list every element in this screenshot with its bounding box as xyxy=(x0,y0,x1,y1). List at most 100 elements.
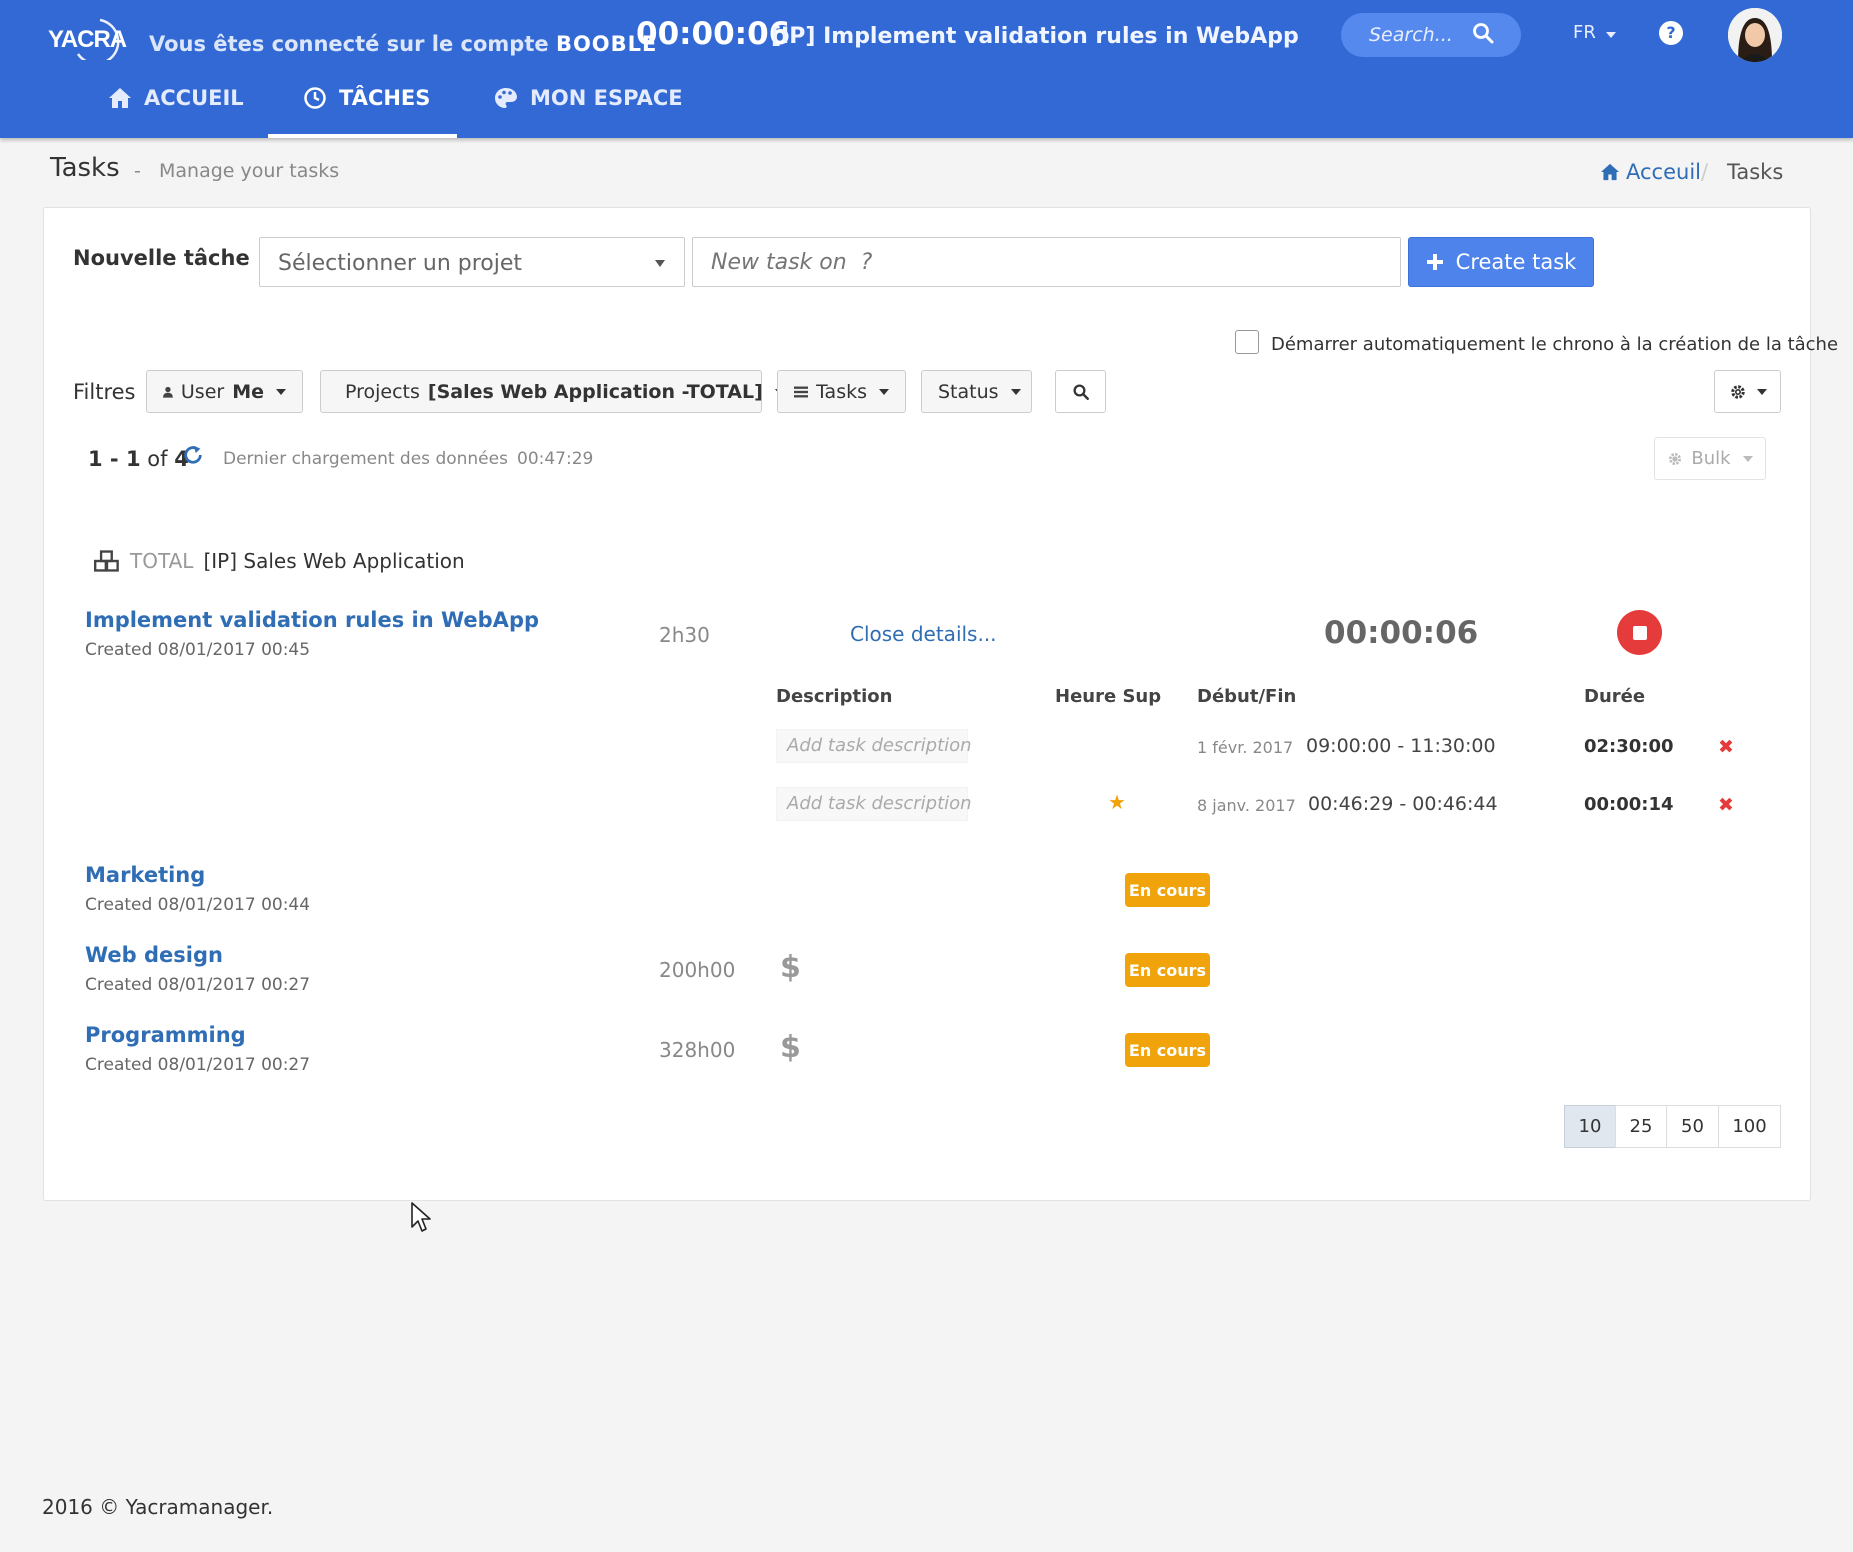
create-task-label: Create task xyxy=(1455,250,1577,274)
cubes-icon xyxy=(94,550,119,572)
mouse-cursor-icon xyxy=(410,1201,432,1237)
dollar-icon: $ xyxy=(780,950,801,985)
page-size-10[interactable]: 10 xyxy=(1564,1105,1616,1148)
status-badge: En cours xyxy=(1125,953,1210,987)
task-estimate: 200h00 xyxy=(659,958,736,982)
close-details-link[interactable]: Close details... xyxy=(850,622,997,646)
col-description: Description xyxy=(776,686,893,707)
title-separator: - xyxy=(134,160,141,182)
chevron-down-icon xyxy=(1010,388,1021,395)
chevron-down-icon xyxy=(1742,455,1753,462)
search-box[interactable]: Search... xyxy=(1341,13,1521,57)
filter-projects-button[interactable]: Projects [Sales Web Application -TOTAL] xyxy=(320,370,785,413)
filter-tasks-label: Tasks xyxy=(816,380,867,403)
tab-taches-label: TÂCHES xyxy=(339,86,431,110)
bulk-label: Bulk xyxy=(1691,448,1731,469)
page-size-25[interactable]: 25 xyxy=(1615,1105,1667,1148)
filter-status-label: Status xyxy=(938,380,999,403)
entry-duration: 00:00:14 xyxy=(1584,794,1674,815)
page-subtitle: - Manage your tasks xyxy=(134,160,339,182)
tab-taches[interactable]: TÂCHES xyxy=(303,86,430,110)
filter-projects-label: Projects xyxy=(345,380,420,403)
project-select[interactable]: Sélectionner un projet xyxy=(259,237,685,287)
search-icon[interactable] xyxy=(1471,21,1495,49)
search-icon xyxy=(1073,384,1089,400)
list-icon xyxy=(794,386,809,397)
new-task-input[interactable] xyxy=(692,237,1401,287)
status-badge: En cours xyxy=(1125,1033,1210,1067)
filter-search-button[interactable] xyxy=(1055,370,1106,413)
create-task-button[interactable]: Create task xyxy=(1408,237,1594,287)
tab-accueil-label: ACCUEIL xyxy=(144,86,244,110)
bulk-button[interactable]: Bulk xyxy=(1654,437,1766,480)
stop-timer-button[interactable] xyxy=(1617,610,1662,655)
dollar-icon: $ xyxy=(780,1030,801,1065)
page-size-100[interactable]: 100 xyxy=(1718,1105,1781,1148)
user-icon xyxy=(163,386,173,398)
connected-account-text: Vous êtes connecté sur le compte BOOBLE xyxy=(149,32,657,56)
page-size-50[interactable]: 50 xyxy=(1666,1105,1719,1148)
col-start-end: Début/Fin xyxy=(1197,686,1297,707)
description-field[interactable]: Add task description xyxy=(776,729,972,763)
delete-entry-icon[interactable]: ✖ xyxy=(1718,794,1734,816)
chevron-down-icon xyxy=(655,260,665,267)
refresh-icon[interactable] xyxy=(182,444,204,470)
delete-entry-icon[interactable]: ✖ xyxy=(1718,736,1734,758)
pagination-of: of xyxy=(147,447,168,471)
entry-time-range[interactable]: 00:46:29 - 00:46:44 xyxy=(1308,793,1498,815)
running-task-title[interactable]: [IP] Implement validation rules in WebAp… xyxy=(771,24,1299,49)
filters-label: Filtres xyxy=(73,380,136,404)
entry-duration: 02:30:00 xyxy=(1584,736,1674,757)
new-task-label: Nouvelle tâche xyxy=(73,246,250,270)
tab-mon-espace[interactable]: MON ESPACE xyxy=(494,86,683,110)
chevron-down-icon xyxy=(879,388,889,395)
tasks-panel xyxy=(43,207,1811,1201)
palette-icon xyxy=(495,88,517,108)
auto-start-checkbox[interactable] xyxy=(1235,330,1259,354)
entry-time-range[interactable]: 09:00:00 - 11:30:00 xyxy=(1306,735,1496,757)
filter-status-button[interactable]: Status xyxy=(921,370,1032,413)
task-title[interactable]: Web design xyxy=(85,943,223,967)
entry-date: 1 févr. 2017 xyxy=(1197,738,1294,757)
task-estimate: 328h00 xyxy=(659,1038,736,1062)
project-group-header: TOTAL [IP] Sales Web Application xyxy=(94,549,465,573)
logo-text: YACRA xyxy=(48,26,127,53)
home-icon xyxy=(1601,163,1619,181)
page-title: Tasks xyxy=(50,153,120,183)
logo[interactable]: YACRA xyxy=(48,14,130,65)
active-tab-indicator xyxy=(268,134,457,138)
breadcrumb-current: Tasks xyxy=(1727,160,1784,184)
project-select-value: Sélectionner un projet xyxy=(278,251,523,276)
task-estimate: 2h30 xyxy=(659,623,710,647)
running-timer: 00:00:06 xyxy=(636,16,791,52)
gear-icon xyxy=(1669,452,1682,465)
connected-prefix: Vous êtes connecté sur le compte xyxy=(149,32,549,56)
filter-projects-value: [Sales Web Application -TOTAL] xyxy=(427,380,763,403)
tab-mon-espace-label: MON ESPACE xyxy=(530,86,683,110)
task-title[interactable]: Implement validation rules in WebApp xyxy=(85,608,539,632)
task-timer: 00:00:06 xyxy=(1324,615,1479,651)
help-icon[interactable]: ? xyxy=(1659,21,1683,45)
filter-tasks-button[interactable]: Tasks xyxy=(777,370,906,413)
star-icon[interactable]: ★ xyxy=(1108,790,1126,814)
task-title[interactable]: Marketing xyxy=(85,863,205,887)
filter-user-button[interactable]: User Me xyxy=(146,370,303,413)
breadcrumb-home[interactable]: Acceuil xyxy=(1600,160,1701,184)
language-dropdown[interactable]: FR xyxy=(1573,22,1616,43)
description-field[interactable]: Add task description xyxy=(776,787,972,821)
last-reload-label: Dernier chargement des données xyxy=(223,449,508,469)
chevron-down-icon xyxy=(1605,32,1616,38)
tab-accueil[interactable]: ACCUEIL xyxy=(108,86,244,110)
filter-user-label: User xyxy=(180,380,225,403)
col-overtime: Heure Sup xyxy=(1055,686,1162,707)
breadcrumb-separator: / xyxy=(1701,160,1709,184)
avatar[interactable] xyxy=(1728,8,1782,62)
home-icon xyxy=(109,88,131,108)
clock-icon xyxy=(304,87,326,109)
task-created: Created 08/01/2017 00:27 xyxy=(85,975,311,995)
top-bar: YACRA Vous êtes connecté sur le compte B… xyxy=(0,0,1853,138)
settings-dropdown-button[interactable] xyxy=(1714,370,1781,413)
entry-date: 8 janv. 2017 xyxy=(1197,796,1296,815)
task-title[interactable]: Programming xyxy=(85,1023,246,1047)
footer-copyright: 2016 © Yacramanager. xyxy=(42,1495,274,1519)
